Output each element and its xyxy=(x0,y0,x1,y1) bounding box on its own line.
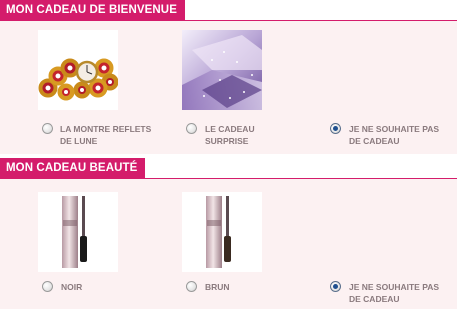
option-brun-label: BRUN xyxy=(205,282,230,292)
label-line2: DE CADEAU xyxy=(349,136,400,146)
watch-image[interactable] xyxy=(38,30,118,110)
beauty-gift-panel: NOIR BRUN JE NE SOUHAITE PAS DE CADEAU xyxy=(0,179,457,309)
label-line2: SURPRISE xyxy=(205,136,249,146)
label-line2: DE LUNE xyxy=(60,136,98,146)
welcome-gift-header: MON CADEAU DE BIENVENUE xyxy=(0,0,457,21)
label-line2: DE CADEAU xyxy=(349,294,400,304)
welcome-gift-section: MON CADEAU DE BIENVENUE LA MONTRE REFLET… xyxy=(0,0,457,158)
mascara-image[interactable] xyxy=(38,192,118,272)
beauty-gift-title: MON CADEAU BEAUTÉ xyxy=(0,158,146,179)
radio-no-gift[interactable] xyxy=(330,123,341,134)
beauty-gift-section: MON CADEAU BEAUTÉ NOIR BRUN JE NE SOUHAI… xyxy=(0,158,457,313)
gift-box-image[interactable] xyxy=(182,30,262,110)
welcome-gift-title: MON CADEAU DE BIENVENUE xyxy=(0,0,185,21)
label-line1: JE NE SOUHAITE PAS xyxy=(349,124,440,134)
mascara-image[interactable] xyxy=(182,192,262,272)
radio-brun[interactable] xyxy=(186,281,197,292)
label-line1: JE NE SOUHAITE PAS xyxy=(349,282,440,292)
option-no-beauty-gift-label: JE NE SOUHAITE PAS DE CADEAU xyxy=(349,281,439,305)
radio-no-beauty-gift[interactable] xyxy=(330,281,341,292)
option-surprise-label: LE CADEAU SURPRISE xyxy=(205,123,255,147)
radio-surprise[interactable] xyxy=(186,123,197,134)
label-line1: LA MONTRE REFLETS xyxy=(60,124,152,134)
welcome-gift-panel: LA MONTRE REFLETS DE LUNE LE CADEAU SURP… xyxy=(0,21,457,154)
label-line1: LE CADEAU xyxy=(205,124,255,134)
option-noir-label: NOIR xyxy=(61,282,83,292)
option-no-gift-label: JE NE SOUHAITE PAS DE CADEAU xyxy=(349,123,439,147)
radio-noir[interactable] xyxy=(42,281,53,292)
beauty-gift-header: MON CADEAU BEAUTÉ xyxy=(0,158,457,179)
radio-watch[interactable] xyxy=(42,123,53,134)
option-watch-label: LA MONTRE REFLETS DE LUNE xyxy=(60,123,151,147)
